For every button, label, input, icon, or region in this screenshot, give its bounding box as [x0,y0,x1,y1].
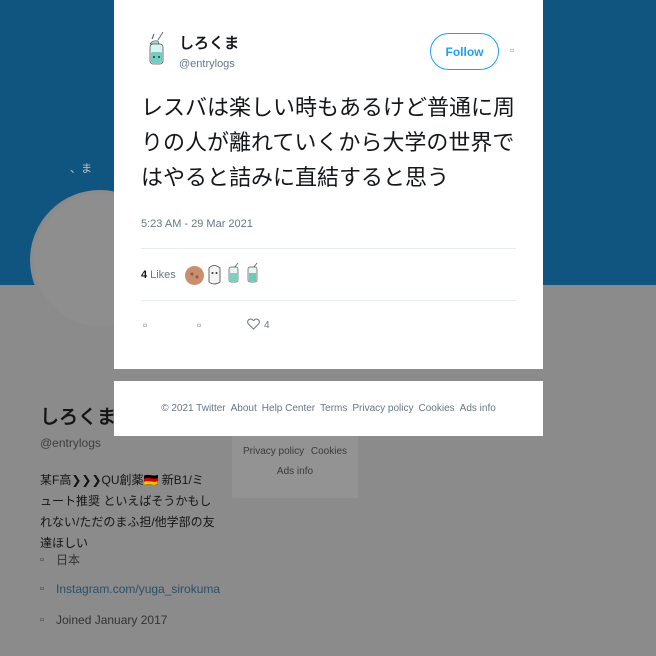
profile-link[interactable]: ▫ Instagram.com/yuga_sirokuma [40,582,220,596]
likers-list [185,262,261,288]
divider [141,248,516,249]
footer-link-6[interactable]: Ads info [460,403,496,414]
liker-avatar-3[interactable] [225,262,242,288]
footer-privacy-link[interactable]: Privacy policy [243,446,304,457]
likes-label: Likes [150,269,176,281]
profile-bio: 某F高❯❯❯QU創薬🇩🇪 新B1/ミュート推奨 といえばそうかもしれない/ただの… [40,473,215,550]
profile-footer-partial: Privacy policy Cookies Ads info [232,432,358,498]
profile-link-text[interactable]: Instagram.com/yuga_sirokuma [56,582,220,596]
footer-link-2[interactable]: Help Center [262,403,315,414]
profile-avatar-text: 、ま [70,163,92,175]
profile-handle: @entrylogs [40,436,101,450]
like-count: 4 [264,320,270,331]
profile-joined: ▫ Joined January 2017 [40,613,167,627]
liker-avatar-4[interactable] [244,262,261,288]
footer-card: © 2021 Twitter About Help Center Terms Priva… [114,381,543,436]
footer-link-1[interactable]: About [231,403,257,414]
reply-icon[interactable]: ▫ [143,318,147,332]
tweet-author-name[interactable]: しろくま [179,32,239,53]
footer-links: © 2021 Twitter About Help Center Terms Priva… [114,403,543,414]
likes-count: 4 [141,269,148,281]
footer-ads-link[interactable]: Ads info [277,466,313,477]
profile-name: しろくま [40,407,117,428]
footer-link-3[interactable]: Terms [320,403,347,414]
link-icon: ▫ [40,583,44,595]
tweet-timestamp[interactable]: 5:23 AM - 29 Mar 2021 [141,218,253,230]
profile-joined-text: Joined January 2017 [56,613,168,627]
footer-cookies-link[interactable]: Cookies [311,446,347,457]
follow-button[interactable]: Follow [430,33,499,70]
tweet-author-handle[interactable]: @entrylogs [179,58,235,70]
tweet-author-avatar[interactable] [140,30,184,74]
divider [141,300,516,301]
like-action[interactable]: 4 [247,318,270,333]
retweet-icon[interactable]: ▫ [197,318,201,332]
liker-avatar-2[interactable] [206,262,223,288]
liker-avatar-1[interactable] [185,266,204,285]
likes-summary[interactable]: 4 Likes [141,265,176,285]
more-icon[interactable]: ▫ [510,43,514,57]
profile-location-text: 日本 [56,553,81,567]
location-icon: ▫ [40,553,44,566]
tweet-text: レスバは楽しい時もあるけど普通に周りの人が離れていくから大学の世界ではやると詰み… [141,96,516,191]
footer-link-5[interactable]: Cookies [419,403,455,414]
tweet-card: しろくま @entrylogs Follow ▫ レスバは楽しい時もあるけど普通… [114,0,543,369]
profile-location: ▫ 日本 [40,551,80,568]
footer-link-4[interactable]: Privacy policy [352,403,413,414]
calendar-icon: ▫ [40,614,44,626]
footer-link-0: © 2021 Twitter [161,403,226,414]
heart-icon[interactable] [247,318,260,333]
tweet-actions: ▫ ▫ 4 [141,318,521,336]
